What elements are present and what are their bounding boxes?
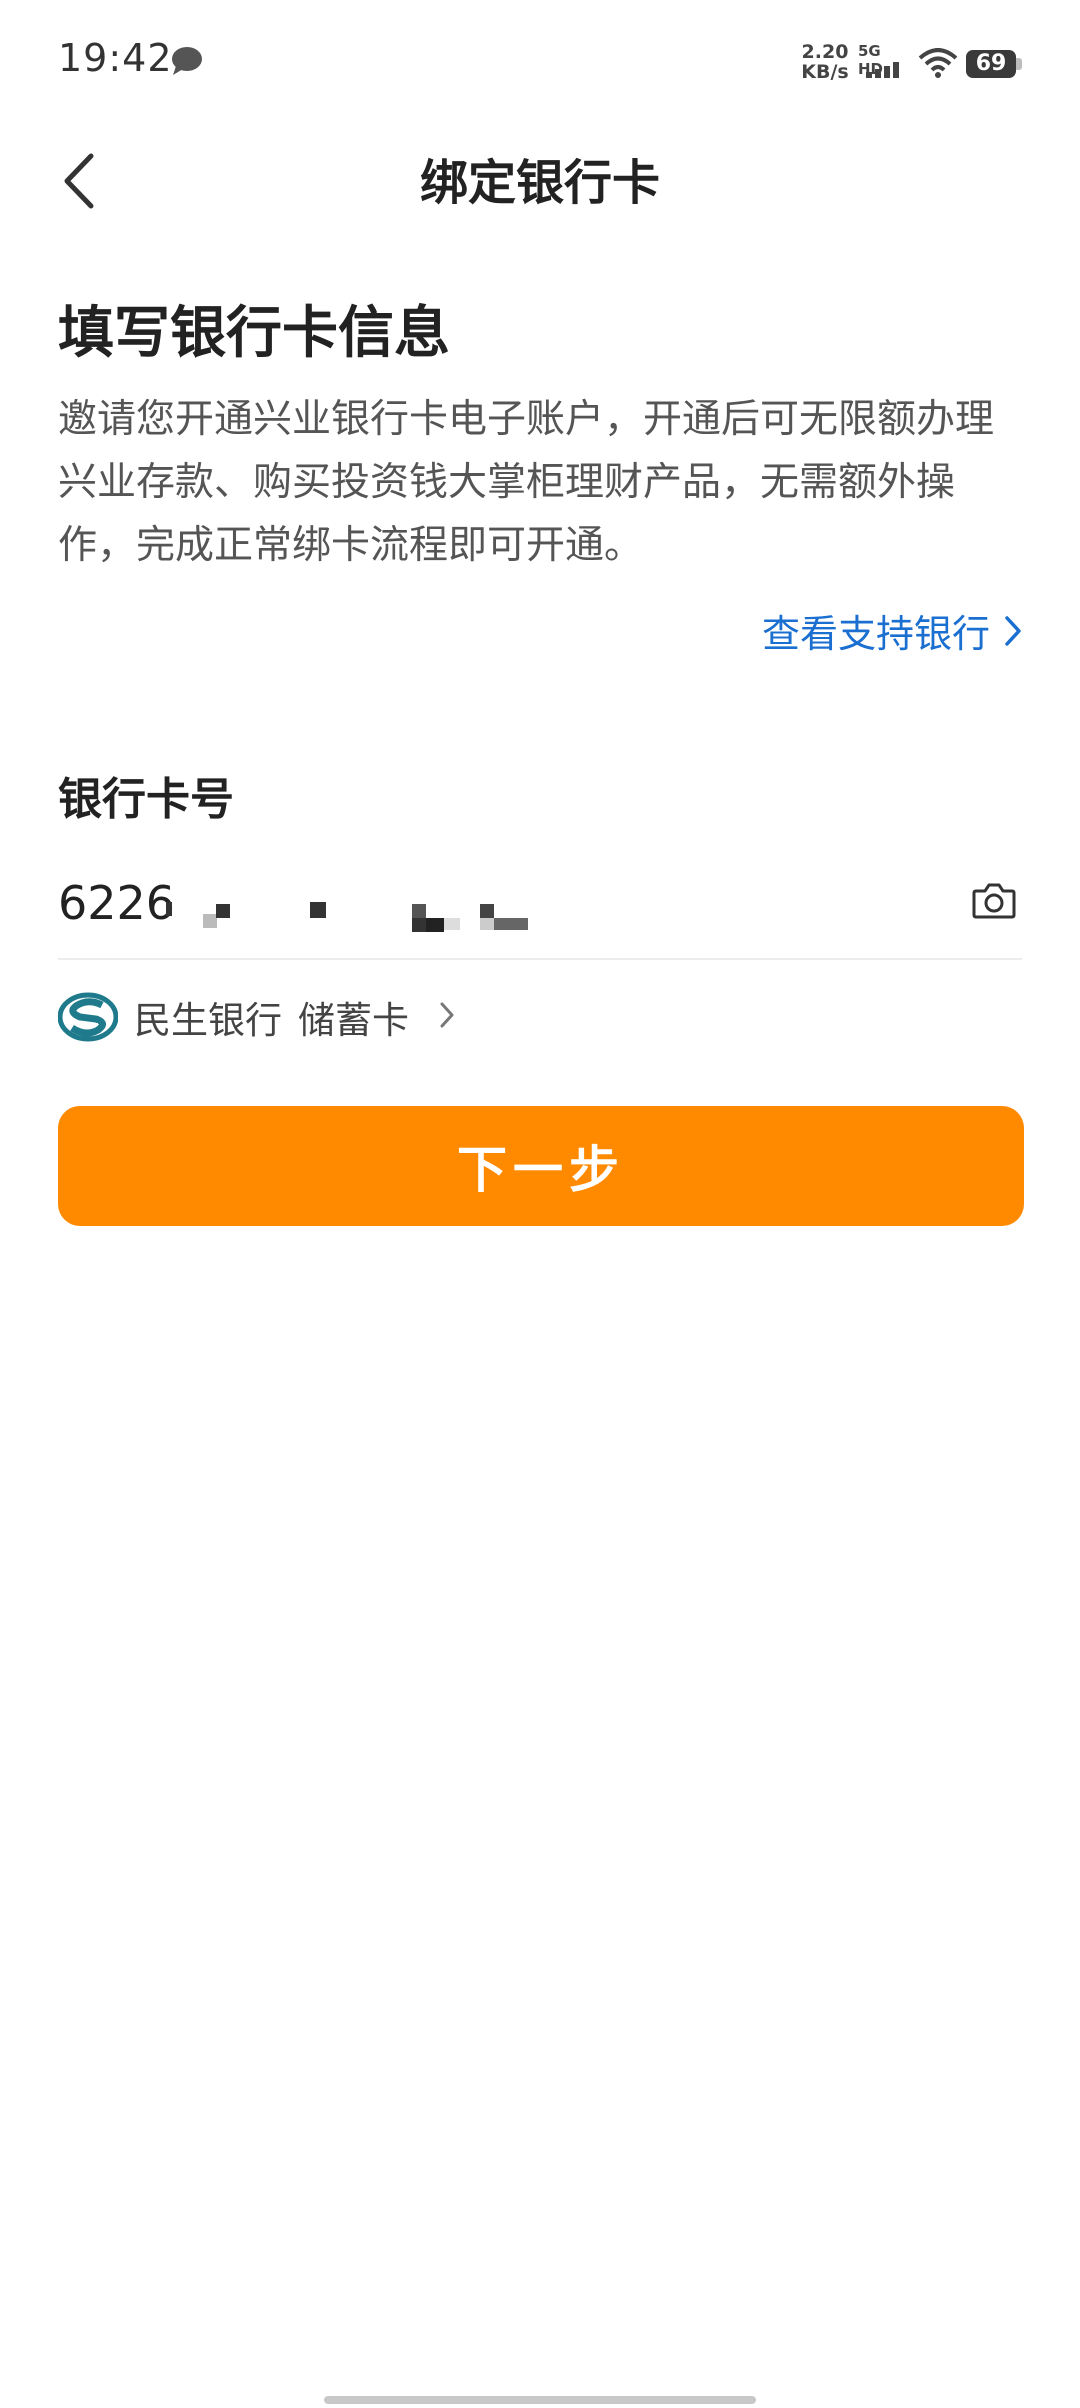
status-time: 19:42 [58, 36, 173, 80]
page-title: 绑定银行卡 [419, 155, 660, 211]
back-button[interactable] [48, 148, 108, 218]
wifi-icon [918, 48, 958, 82]
status-bar: 19:42 2.20 KB/s 5G HD 69 [0, 0, 1080, 130]
home-indicator[interactable] [324, 2396, 756, 2404]
camera-icon [972, 881, 1016, 923]
network-speed: 2.20 KB/s [800, 42, 850, 82]
chevron-right-icon [1004, 604, 1022, 664]
network-speed-unit: KB/s [801, 61, 849, 83]
chevron-left-icon [61, 152, 95, 214]
bank-name: 民生银行 [134, 999, 282, 1042]
card-type: 储蓄卡 [298, 999, 409, 1042]
battery-tip [1016, 58, 1022, 70]
minsheng-bank-logo [57, 992, 119, 1042]
section-description: 邀请您开通兴业银行卡电子账户，开通后可无限额办理兴业存款、购买投资钱大掌柜理财产… [58, 397, 995, 568]
card-number-label: 银行卡号 [58, 774, 234, 825]
signal-icon [866, 62, 902, 82]
card-number-field [58, 860, 1022, 960]
message-icon [170, 46, 204, 80]
camera-scan-button[interactable] [966, 874, 1022, 930]
chevron-right-icon [439, 1000, 455, 1034]
card-number-input[interactable] [58, 860, 958, 946]
network-speed-value: 2.20 [801, 41, 849, 63]
battery-indicator: 69 [966, 50, 1016, 78]
bank-selector[interactable]: 民生银行 储蓄卡 [57, 986, 455, 1048]
supported-banks-link-label: 查看支持银行 [761, 612, 990, 656]
section-heading: 填写银行卡信息 [58, 301, 450, 366]
supported-banks-link[interactable]: 查看支持银行 [762, 604, 1022, 664]
next-button[interactable]: 下一步 [58, 1106, 1024, 1226]
